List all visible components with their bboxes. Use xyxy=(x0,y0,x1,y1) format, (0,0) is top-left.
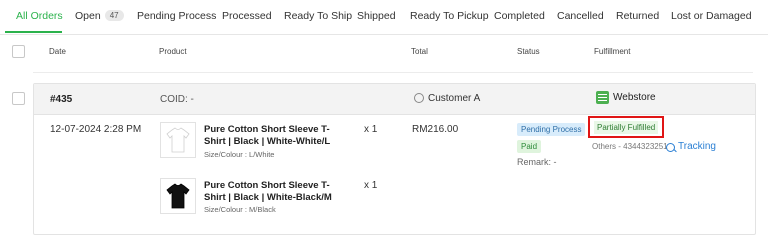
select-all-checkbox[interactable] xyxy=(12,45,25,58)
tab-ready-to-ship[interactable]: Ready To Ship xyxy=(284,10,352,22)
webstore-icon xyxy=(596,91,609,104)
tab-ready-to-pickup[interactable]: Ready To Pickup xyxy=(410,10,489,22)
customer-icon xyxy=(414,93,424,103)
order-card: #435 COID: - Customer A Webstore 12-07-2… xyxy=(33,83,756,235)
tab-lost-or-damaged[interactable]: Lost or Damaged xyxy=(671,10,752,22)
active-tab-indicator xyxy=(5,31,62,33)
search-icon[interactable] xyxy=(666,143,675,152)
tab-open-label: Open xyxy=(75,10,101,22)
tab-completed[interactable]: Completed xyxy=(494,10,545,22)
order-coid: COID: - xyxy=(160,94,194,105)
order-id[interactable]: #435 xyxy=(50,94,72,105)
tab-returned[interactable]: Returned xyxy=(616,10,659,22)
product-thumbnail[interactable] xyxy=(160,178,196,214)
product-variant: Size/Colour : L/White xyxy=(204,150,275,159)
tab-all-orders[interactable]: All Orders xyxy=(16,10,63,22)
sales-channel: Webstore xyxy=(613,92,656,103)
order-row-checkbox[interactable] xyxy=(12,92,25,105)
column-header-date: Date xyxy=(49,47,66,56)
product-thumbnail[interactable] xyxy=(160,122,196,158)
header-divider xyxy=(33,72,753,73)
tab-open[interactable]: Open 47 xyxy=(75,10,124,22)
order-date: 12-07-2024 2:28 PM xyxy=(50,124,142,135)
column-header-total: Total xyxy=(411,47,428,56)
product-quantity: x 1 xyxy=(364,124,378,135)
order-remark: Remark: - xyxy=(517,157,557,167)
open-count-badge: 47 xyxy=(104,10,124,21)
column-header-status: Status xyxy=(517,47,540,56)
order-header: #435 COID: - Customer A Webstore xyxy=(34,84,755,115)
product-quantity: x 1 xyxy=(364,180,378,191)
product-variant: Size/Colour : M/Black xyxy=(204,205,276,214)
order-total: RM216.00 xyxy=(412,124,459,135)
tab-pending-process[interactable]: Pending Process xyxy=(137,10,216,22)
status-badge-pending: Pending Process xyxy=(517,123,586,136)
column-header-product: Product xyxy=(159,47,187,56)
status-badge-paid: Paid xyxy=(517,140,542,153)
fulfillment-status-badge: Partially Fulfilled xyxy=(594,121,659,134)
product-name[interactable]: Pure Cotton Short Sleeve T-Shirt | Black… xyxy=(204,124,334,148)
fulfillment-courier: Others - 4344323251 xyxy=(592,142,668,151)
tracking-link[interactable]: Tracking xyxy=(678,141,716,152)
product-name[interactable]: Pure Cotton Short Sleeve T-Shirt | Black… xyxy=(204,180,334,204)
order-status-tabs: All Orders Open 47 Pending Process Proces… xyxy=(0,0,768,35)
tshirt-icon xyxy=(166,127,190,153)
tab-cancelled[interactable]: Cancelled xyxy=(557,10,604,22)
tab-processed[interactable]: Processed xyxy=(222,10,272,22)
fulfillment-highlight-box: Partially Fulfilled xyxy=(588,116,664,138)
tshirt-icon xyxy=(166,183,190,209)
tab-shipped[interactable]: Shipped xyxy=(357,10,396,22)
column-header-fulfillment: Fulfillment xyxy=(594,47,631,56)
customer-name[interactable]: Customer A xyxy=(428,93,480,104)
